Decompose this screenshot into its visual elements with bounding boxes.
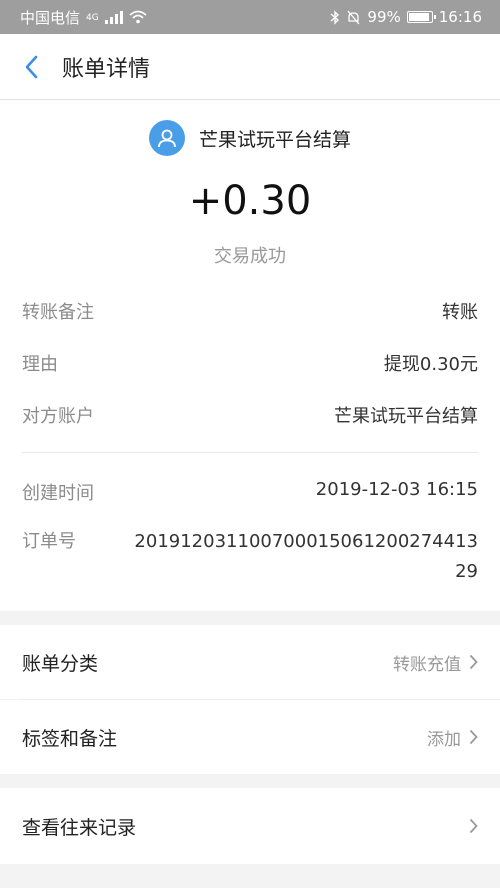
- nav-bar: 账单详情: [0, 34, 500, 100]
- menu-tags-notes[interactable]: 标签和备注 添加: [0, 700, 500, 774]
- status-bar: 中国电信 4G 99% 16:16: [0, 0, 500, 34]
- detail-value: 提现0.30元: [383, 354, 478, 375]
- details-section: 转账备注 转账 理由 提现0.30元 对方账户 芒果试玩平台结算 创建时间 20…: [0, 298, 500, 611]
- detail-row-created: 创建时间 2019-12-03 16:15: [22, 453, 478, 505]
- section-gap: [0, 774, 500, 788]
- section-gap: [0, 611, 500, 625]
- amount: +0.30: [188, 178, 312, 224]
- bluetooth-icon: [330, 9, 340, 25]
- menu-view-history[interactable]: 查看往来记录: [0, 788, 500, 864]
- wifi-icon: [129, 10, 147, 24]
- avatar-icon: [148, 120, 185, 156]
- detail-label: 转账备注: [22, 302, 94, 323]
- chevron-right-icon: [469, 729, 478, 745]
- detail-row-reason: 理由 提现0.30元: [22, 350, 478, 402]
- clock: 16:16: [438, 8, 482, 26]
- detail-label: 订单号: [22, 531, 76, 552]
- detail-row-order: 订单号 20191203110070001506120027441329: [22, 505, 478, 611]
- menu-value: 添加: [427, 729, 461, 750]
- detail-value: 芒果试玩平台结算: [334, 406, 478, 427]
- chevron-left-icon: [25, 55, 38, 78]
- detail-label: 创建时间: [22, 483, 94, 504]
- signal-icon: [104, 10, 123, 24]
- detail-value: 2019-12-03 16:15: [315, 479, 478, 500]
- menu-label: 账单分类: [22, 652, 99, 675]
- menu-label: 查看往来记录: [22, 816, 137, 839]
- menu-group-2: 查看往来记录: [0, 788, 500, 864]
- detail-row-account: 对方账户 芒果试玩平台结算: [22, 402, 478, 452]
- network-type: 4G: [86, 12, 99, 23]
- order-number: 20191203110070001506120027441329: [134, 531, 478, 582]
- bill-summary: 芒果试玩平台结算 +0.30 交易成功: [0, 100, 500, 298]
- menu-right: 添加: [427, 725, 478, 750]
- back-button[interactable]: [0, 34, 62, 99]
- detail-label: 理由: [22, 354, 58, 375]
- detail-row-remark: 转账备注 转账: [22, 298, 478, 350]
- menu-group: 账单分类 转账充值 标签和备注 添加: [0, 625, 500, 774]
- menu-value: 转账充值: [393, 654, 461, 675]
- page-title: 账单详情: [62, 56, 151, 82]
- detail-value: 转账: [442, 302, 478, 323]
- chevron-right-icon: [469, 654, 478, 670]
- status-left: 中国电信 4G: [20, 7, 147, 28]
- detail-label: 对方账户: [22, 406, 94, 427]
- battery-icon: [406, 11, 436, 23]
- payee: 芒果试玩平台结算: [0, 120, 500, 156]
- menu-label: 标签和备注: [22, 727, 118, 750]
- payee-name: 芒果试玩平台结算: [198, 128, 351, 151]
- menu-bill-category[interactable]: 账单分类 转账充值: [0, 625, 500, 699]
- menu-right: [469, 818, 478, 834]
- mute-bell-icon: [347, 10, 360, 24]
- bill-card: 芒果试玩平台结算 +0.30 交易成功 转账备注 转账 理由 提现0.30元 对…: [0, 100, 500, 611]
- battery-percent: 99%: [367, 8, 401, 26]
- menu-right: 转账充值: [393, 650, 478, 675]
- carrier-name: 中国电信: [20, 8, 81, 27]
- transaction-status: 交易成功: [214, 246, 286, 267]
- chevron-right-icon: [469, 818, 478, 834]
- status-right: 99% 16:16: [330, 8, 482, 26]
